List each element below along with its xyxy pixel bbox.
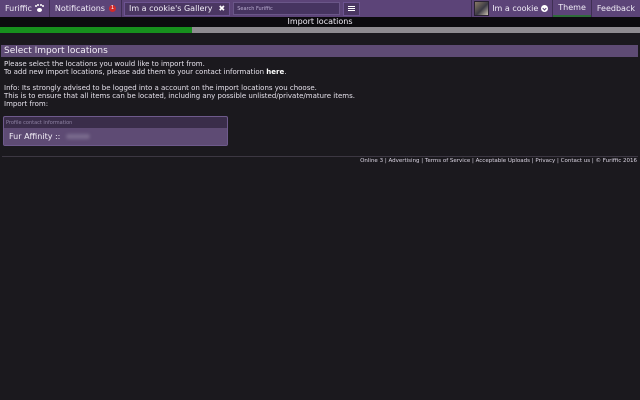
menu-button[interactable] (343, 1, 361, 16)
footer-link-advertising[interactable]: Advertising (388, 158, 419, 164)
gallery-tab-label: Im a cookie's Gallery (128, 4, 213, 13)
brand-name: Furiffic (5, 4, 32, 13)
import-title: Import locations (287, 17, 353, 26)
feedback-label: Feedback (596, 4, 635, 13)
footer-link-contact[interactable]: Contact us (561, 158, 591, 164)
import-option-fur-affinity[interactable]: Fur Affinity :: (4, 128, 227, 145)
section-title: Select Import locations (1, 45, 638, 57)
footer-copyright: © Furiffic 2016 (595, 158, 637, 164)
notifications-button[interactable]: Notifications 1 (50, 0, 121, 17)
feedback-button[interactable]: Feedback (592, 0, 640, 17)
chevron-down-icon (541, 5, 549, 12)
footer-link-terms[interactable]: Terms of Service (425, 158, 470, 164)
footer-divider (2, 156, 638, 157)
theme-button[interactable]: Theme (553, 0, 591, 17)
hamburger-icon (348, 6, 356, 7)
paw-icon (34, 4, 44, 13)
nav-divider (120, 0, 122, 17)
import-title-bar: Import locations (0, 17, 640, 27)
notifications-label: Notifications (54, 4, 105, 13)
user-name: Im a cookie (492, 4, 539, 13)
import-location-select[interactable]: Profile contact information Fur Affinity… (3, 116, 228, 146)
contact-info-link[interactable]: here (266, 68, 284, 76)
redacted-username (65, 134, 90, 139)
import-instructions: Please select the locations you would li… (4, 60, 634, 108)
instruction-line: To add new import locations, please add … (4, 68, 287, 76)
footer-links: Online 3 | Advertising | Terms of Servic… (360, 158, 637, 164)
import-progress-fill (0, 27, 192, 33)
footer-link-privacy[interactable]: Privacy (535, 158, 555, 164)
gallery-tab[interactable]: Im a cookie's Gallery ✖ (123, 1, 231, 16)
option-label: Fur Affinity :: (9, 132, 61, 141)
avatar (474, 1, 490, 16)
user-menu-button[interactable]: Im a cookie (472, 0, 552, 17)
theme-label: Theme (558, 3, 586, 12)
close-icon[interactable]: ✖ (218, 4, 225, 13)
search-input[interactable] (233, 2, 341, 15)
footer-online-count: Online 3 (360, 158, 384, 164)
notification-count-badge: 1 (108, 5, 116, 12)
info-line: Info: Its strongly advised to be logged … (4, 84, 317, 92)
import-from-label: Import from: (4, 100, 49, 108)
import-progress-bar (0, 27, 640, 33)
select-placeholder: Profile contact information (6, 120, 73, 126)
top-navigation-bar: Furiffic Notifications 1 Im a cookie's G… (0, 0, 640, 17)
instruction-line: Please select the locations you would li… (4, 60, 205, 68)
brand-logo-link[interactable]: Furiffic (0, 0, 49, 17)
info-line: This is to ensure that all items can be … (4, 92, 355, 100)
footer-link-acceptable-uploads[interactable]: Acceptable Uploads (476, 158, 530, 164)
